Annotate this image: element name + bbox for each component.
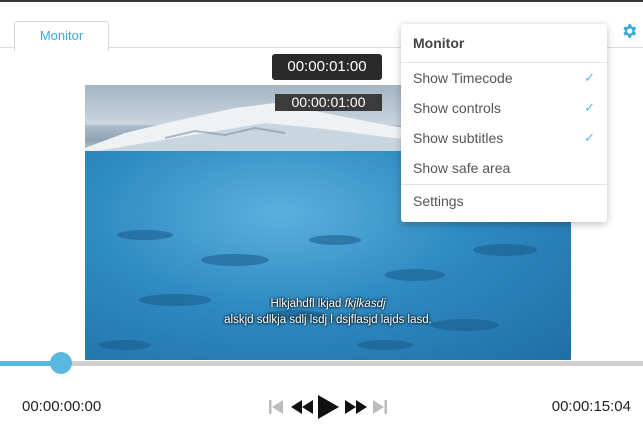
menu-item-settings[interactable]: Settings	[401, 186, 607, 216]
menu-item-label: Show Timecode	[413, 70, 513, 86]
duration-time: 00:00:15:04	[551, 398, 631, 415]
scrubber-track[interactable]	[0, 361, 643, 366]
timecode-overlay: 00:00:01:00	[272, 54, 382, 80]
tab-monitor[interactable]: Monitor	[14, 21, 109, 51]
menu-title: Monitor	[401, 24, 607, 63]
video-fish	[99, 230, 537, 350]
play-icon[interactable]	[316, 394, 340, 420]
current-time: 00:00:00:00	[22, 398, 102, 415]
menu-item-show-safe-area[interactable]: Show safe area	[401, 153, 607, 183]
transport-controls	[268, 394, 388, 420]
menu-item-label: Show controls	[413, 100, 501, 116]
subtitles: Hlkjahdfl lkjad fkjlkasdj alskjd sdlkja …	[85, 296, 571, 328]
menu-item-label: Settings	[413, 193, 464, 209]
skip-to-end-icon[interactable]	[372, 394, 388, 420]
subtitle-line-1-italic: fkjlkasdj	[344, 298, 386, 310]
monitor-menu: Monitor Show Timecode ✓ Show controls ✓ …	[401, 24, 607, 222]
subtitle-line-1: Hlkjahdfl lkjad fkjlkasdj	[85, 296, 571, 312]
check-icon: ✓	[584, 100, 595, 115]
subtitle-line-1-plain: Hlkjahdfl lkjad	[270, 298, 345, 310]
menu-item-show-subtitles[interactable]: Show subtitles ✓	[401, 123, 607, 153]
menu-item-show-controls[interactable]: Show controls ✓	[401, 93, 607, 123]
menu-item-show-timecode[interactable]: Show Timecode ✓	[401, 63, 607, 93]
subtitle-line-2: alskjd sdlkja sdlj lsdj l dsjflasjd lajd…	[224, 314, 432, 326]
burned-in-timecode: 00:00:01:00	[275, 94, 382, 111]
scrubber-handle[interactable]	[50, 352, 72, 374]
fast-forward-icon[interactable]	[344, 394, 368, 420]
skip-to-start-icon[interactable]	[268, 394, 284, 420]
rewind-icon[interactable]	[290, 394, 314, 420]
check-icon: ✓	[584, 130, 595, 145]
menu-item-label: Show safe area	[413, 160, 511, 176]
check-icon: ✓	[584, 70, 595, 85]
menu-divider	[401, 184, 607, 185]
gear-icon[interactable]	[620, 22, 638, 40]
menu-item-label: Show subtitles	[413, 130, 504, 146]
